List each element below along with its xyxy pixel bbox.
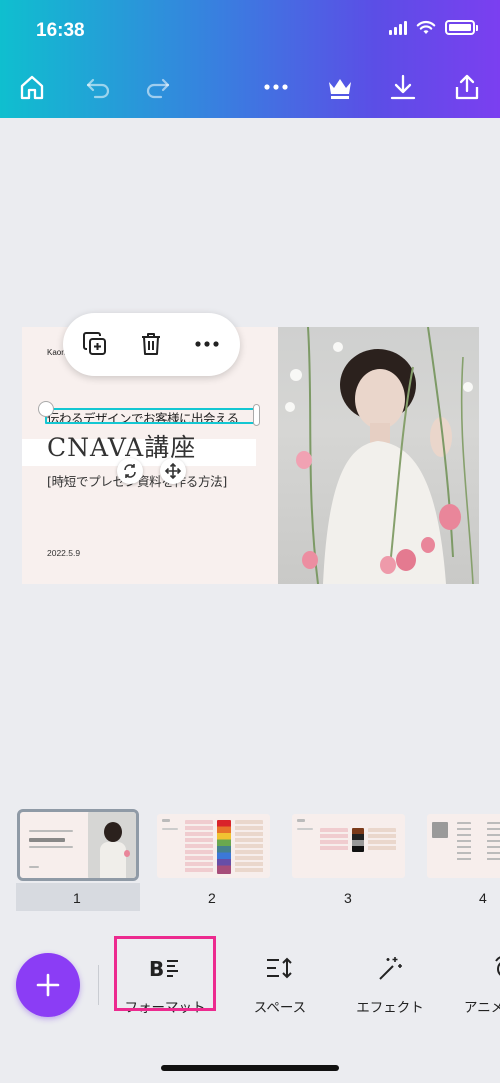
format-highlight-box bbox=[114, 936, 216, 1011]
resize-handle-right[interactable] bbox=[253, 404, 260, 426]
animate-tool[interactable]: アニメ bbox=[464, 950, 500, 1030]
battery-icon bbox=[445, 20, 475, 35]
move-handle[interactable] bbox=[160, 458, 186, 484]
page-number-1: 1 bbox=[73, 890, 81, 906]
resize-handle-left[interactable] bbox=[38, 401, 54, 417]
rotate-handle[interactable] bbox=[117, 458, 143, 484]
download-icon[interactable] bbox=[386, 70, 420, 104]
magic-wand-icon bbox=[373, 954, 407, 982]
duplicate-icon[interactable] bbox=[80, 329, 110, 359]
page-thumbnail-4[interactable] bbox=[427, 814, 500, 878]
more-icon[interactable] bbox=[259, 70, 293, 104]
context-menu bbox=[63, 313, 240, 376]
share-icon[interactable] bbox=[450, 70, 484, 104]
more-icon[interactable] bbox=[192, 329, 222, 359]
home-icon[interactable] bbox=[15, 70, 49, 104]
animate-label: アニメ bbox=[464, 1000, 500, 1016]
top-bar: 16:38 bbox=[0, 0, 500, 118]
trash-icon[interactable] bbox=[136, 329, 166, 359]
page-thumbnail-1[interactable] bbox=[17, 809, 139, 881]
crown-icon[interactable] bbox=[323, 70, 357, 104]
home-indicator bbox=[161, 1065, 339, 1071]
redo-icon[interactable] bbox=[142, 70, 176, 104]
page-number-2: 2 bbox=[208, 890, 216, 906]
slide-date[interactable]: 2022.5.9 bbox=[47, 548, 80, 558]
effects-tool[interactable]: エフェクト bbox=[350, 950, 430, 1030]
add-button[interactable] bbox=[16, 953, 80, 1017]
spacing-label: スペース bbox=[253, 1000, 307, 1016]
page-number-3: 3 bbox=[344, 890, 352, 906]
spacing-tool[interactable]: スペース bbox=[240, 950, 320, 1030]
status-icons bbox=[389, 20, 478, 35]
toolbar-divider bbox=[98, 965, 99, 1005]
page-thumbnail-2[interactable] bbox=[157, 814, 270, 878]
page-thumbnail-3[interactable] bbox=[292, 814, 405, 878]
page-number-4: 4 bbox=[479, 890, 487, 906]
status-time: 16:38 bbox=[36, 20, 85, 41]
wifi-icon bbox=[416, 20, 436, 34]
effects-label: エフェクト bbox=[356, 1000, 424, 1016]
undo-icon[interactable] bbox=[80, 70, 114, 104]
signal-icon bbox=[389, 20, 407, 35]
selection-box[interactable] bbox=[45, 408, 257, 424]
animate-icon bbox=[487, 954, 500, 982]
plus-icon bbox=[36, 973, 60, 997]
spacing-icon bbox=[263, 954, 297, 982]
slide-photo[interactable] bbox=[278, 327, 479, 584]
